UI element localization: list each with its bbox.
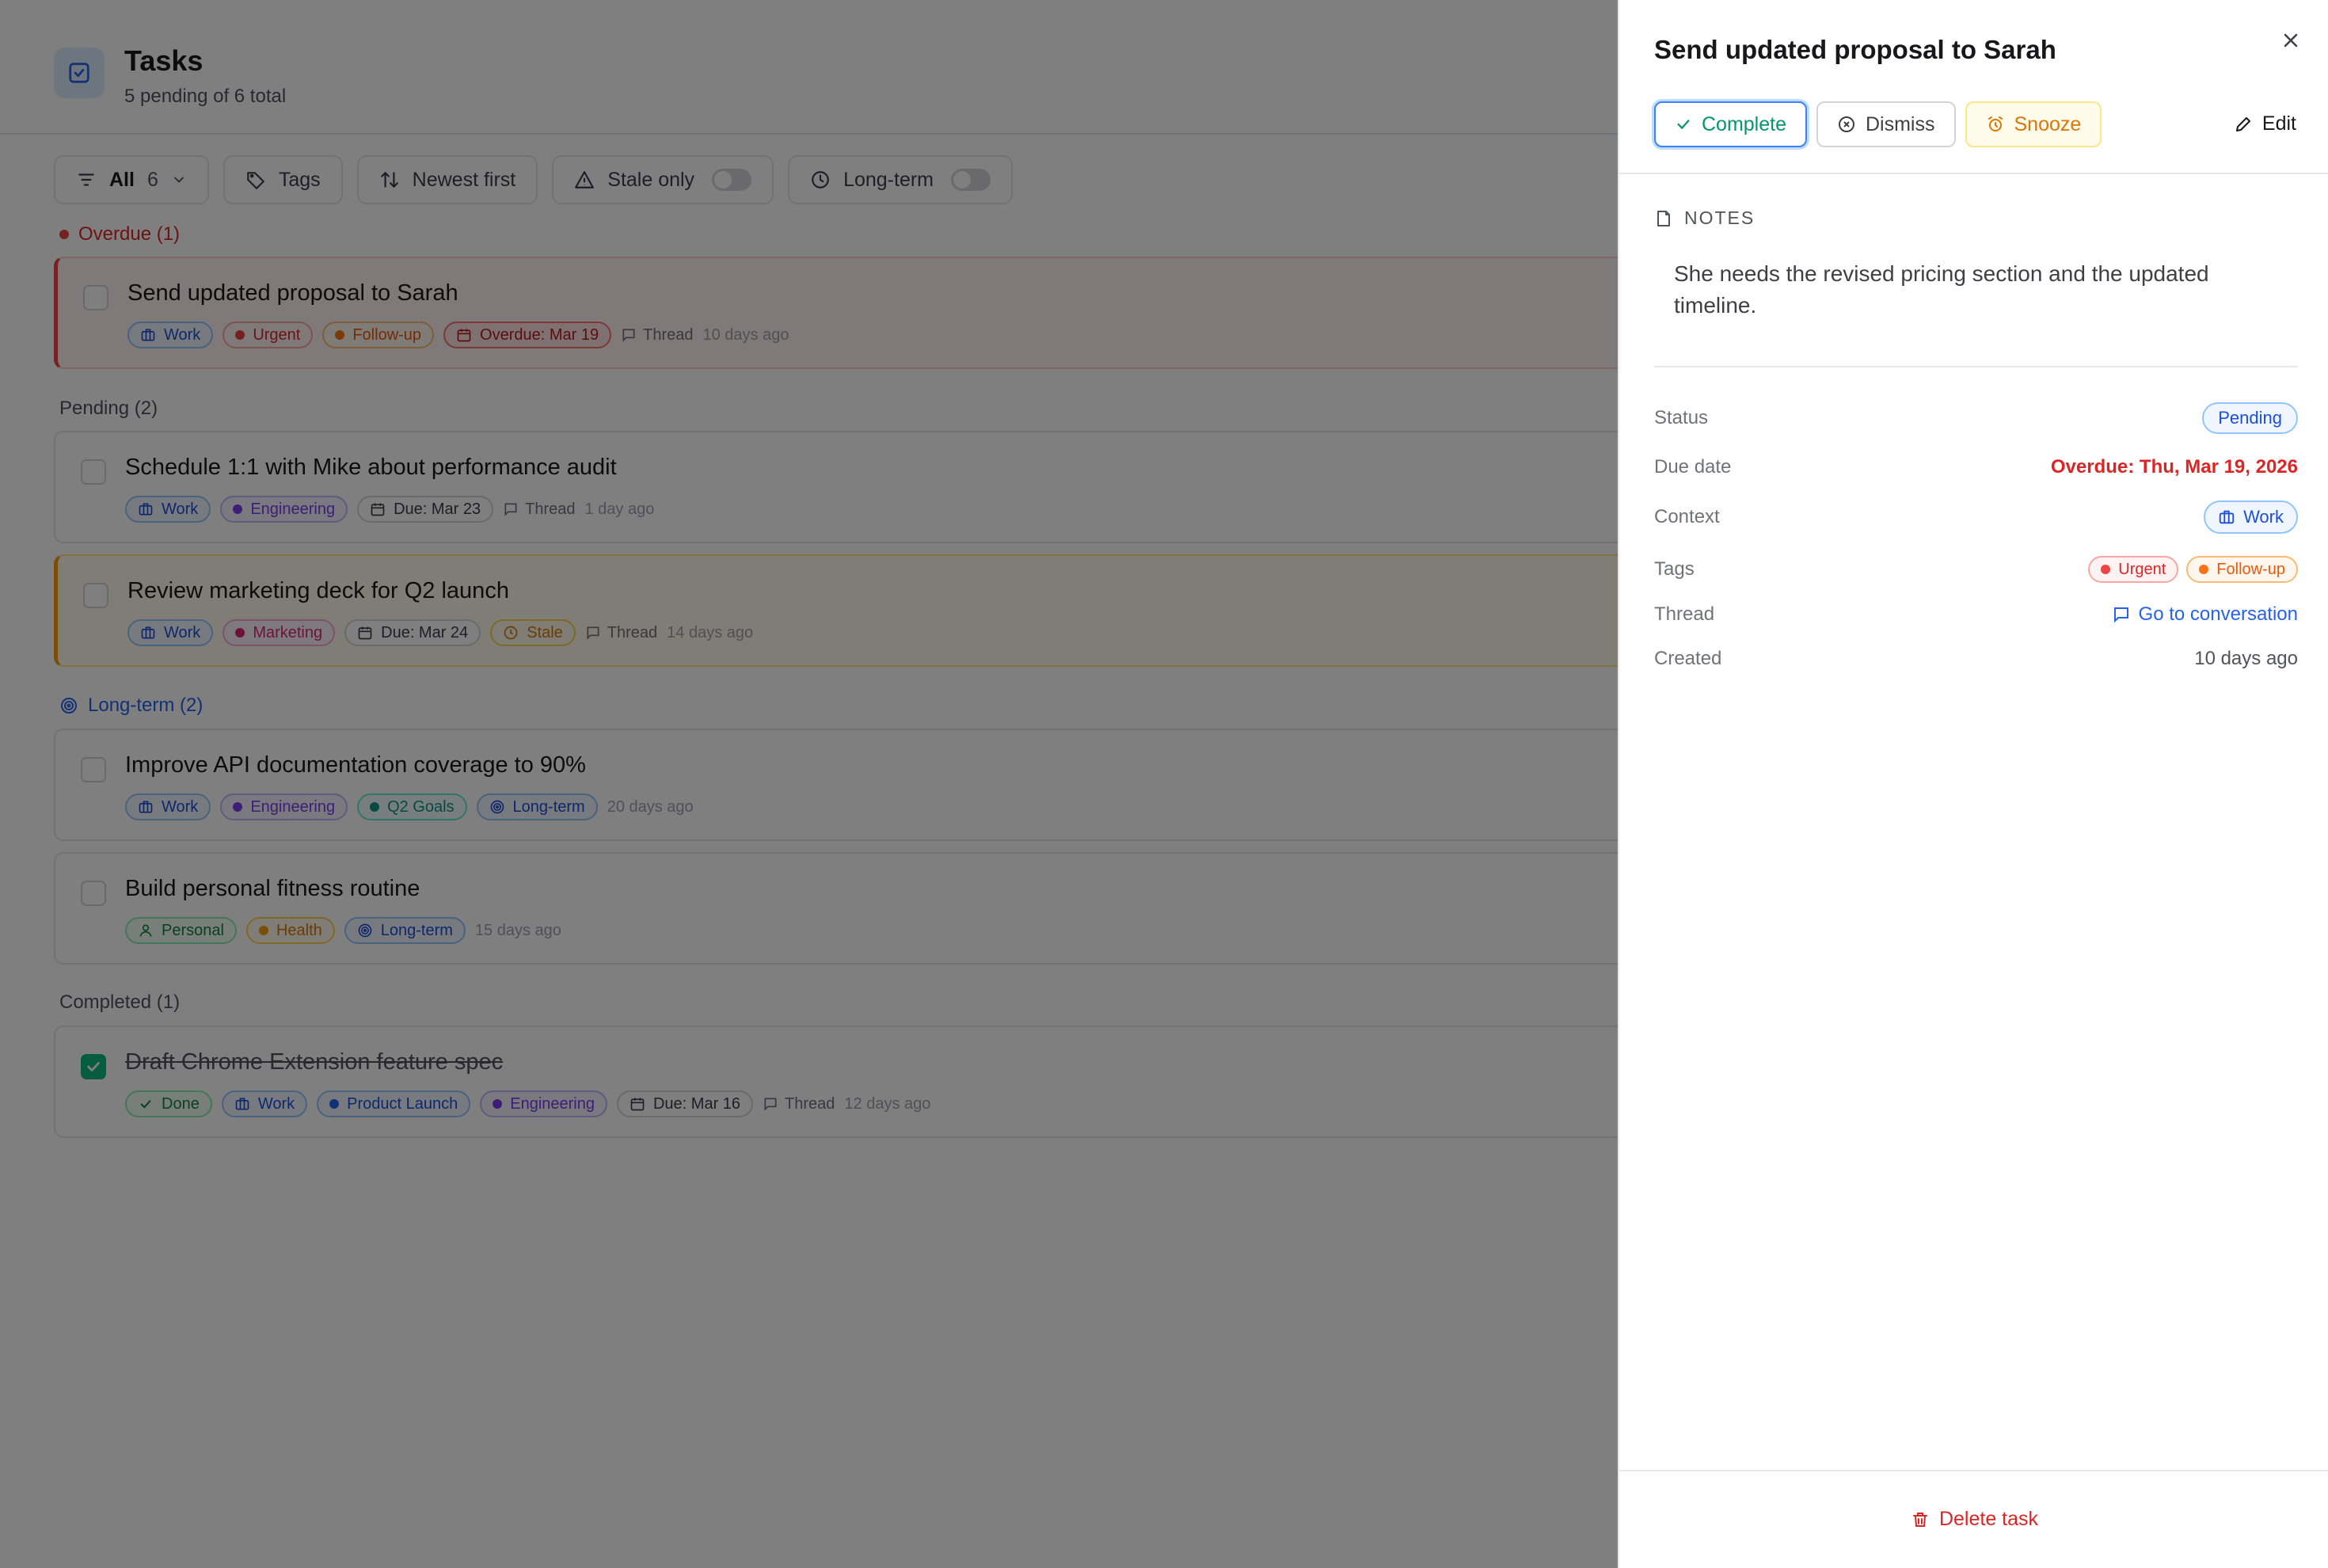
message-icon [2113, 607, 2128, 623]
tag-chip-follow-up: Follow-up [2186, 556, 2298, 583]
created-value: 10 days ago [2194, 648, 2298, 669]
check-icon [1677, 120, 1690, 130]
due-date-value: Overdue: Thu, Mar 19, 2026 [2050, 456, 2298, 478]
tag-chip-urgent: Urgent [2088, 556, 2179, 583]
context-badge: Work [2204, 500, 2298, 534]
task-detail-panel: Send updated proposal to Sarah Complete … [1618, 0, 2328, 1568]
divider [1654, 366, 2298, 367]
x-circle-icon [1839, 116, 1854, 132]
alarm-clock-icon [1988, 116, 2003, 131]
due-date-row: Due date Overdue: Thu, Mar 19, 2026 [1654, 456, 2298, 478]
close-icon [2284, 33, 2298, 48]
trash-icon [1912, 1512, 1927, 1527]
notes-heading: NOTES [1654, 207, 1755, 229]
thread-row: Thread Go to conversation [1654, 603, 2298, 626]
go-to-conversation-link[interactable]: Go to conversation [2112, 603, 2298, 626]
panel-title: Send updated proposal to Sarah [1654, 35, 2056, 64]
edit-button[interactable]: Edit [2234, 112, 2296, 135]
created-row: Created 10 days ago [1654, 648, 2298, 669]
status-badge: Pending [2202, 402, 2298, 434]
tags-row: Tags Urgent Follow-up [1654, 552, 2298, 587]
dismiss-button[interactable]: Dismiss [1816, 101, 1956, 147]
panel-actions: Complete Dismiss Snooze [1654, 101, 2102, 147]
briefcase-icon [2219, 510, 2235, 524]
delete-task-button[interactable]: Delete task [1619, 1508, 2328, 1531]
context-row: Context Work [1654, 500, 2298, 535]
close-button[interactable] [2277, 27, 2304, 54]
document-icon [1657, 210, 1670, 226]
status-row: Status Pending [1654, 401, 2298, 436]
snooze-button[interactable]: Snooze [1965, 101, 2102, 147]
notes-text[interactable]: She needs the revised pricing section an… [1674, 258, 2276, 322]
complete-button[interactable]: Complete [1654, 101, 1807, 147]
pencil-icon [2235, 116, 2250, 131]
divider [1619, 173, 2328, 174]
divider [1619, 1470, 2328, 1471]
